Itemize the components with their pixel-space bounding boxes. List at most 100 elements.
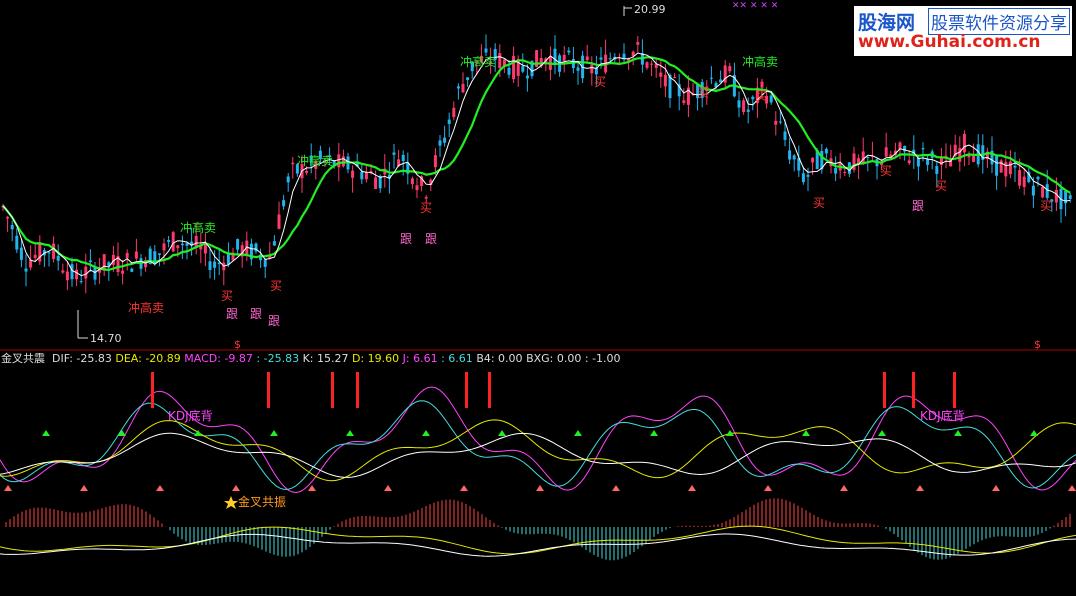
star-icon [224, 496, 238, 509]
candle-body [843, 171, 847, 173]
logo-url: www.Guhai.com.cn [858, 32, 1041, 52]
candle-body [415, 185, 419, 191]
signal-arrow [992, 485, 1000, 491]
indicator-readout: 金叉共震 DIF: -25.83 DEA: -20.89 MACD: -9.87… [1, 351, 621, 365]
signal-marker: 买 [813, 196, 825, 210]
close-line [2, 52, 1071, 277]
candle-body [935, 166, 939, 174]
signal-arrow [42, 430, 50, 436]
top-cross-marks: ✕✕ ✕ ✕ ✕ [732, 1, 778, 11]
signal-bar [356, 372, 359, 408]
chart-canvas: 冲高卖 冲高卖 冲高卖 冲高卖 冲高卖买买买买买买买买买买跟跟跟跟跟跟 $ $ KDJ底背 K… [0, 0, 1076, 592]
candle-body [213, 261, 217, 268]
candle-body [125, 252, 129, 258]
signal-arrow [1068, 485, 1076, 491]
candle-body [608, 58, 612, 60]
candle-body [56, 255, 60, 261]
signal-marker: 跟 [425, 232, 437, 246]
candle-body [1013, 165, 1017, 168]
candle-body [1068, 195, 1072, 199]
signal-bar [151, 372, 154, 408]
signal-arrow [954, 430, 962, 436]
signal-bar [465, 372, 468, 408]
candle-body [824, 148, 828, 154]
signal-bar [912, 372, 915, 408]
signal-marker: 冲高卖 [460, 54, 496, 69]
signal-arrow [232, 485, 240, 491]
readout-item: D: 19.60 [352, 352, 403, 365]
candle-body [783, 131, 787, 140]
signal-arrow [308, 485, 316, 491]
indicator-annotation: KDJ底背 [168, 408, 213, 423]
indicator-name: 金叉共震 [1, 351, 45, 365]
candle-body [746, 109, 750, 112]
signal-arrow [270, 430, 278, 436]
candle-body [6, 216, 10, 219]
candle-body [134, 251, 138, 259]
candle-body [525, 75, 529, 79]
candle-body [466, 77, 470, 80]
bottom-flag: $ [1034, 338, 1041, 351]
candle-body [185, 243, 189, 246]
signal-arrow [802, 430, 810, 436]
readout-item: BXG: 0.00 [526, 352, 585, 365]
signal-arrow [346, 430, 354, 436]
candle-body [1054, 189, 1058, 203]
readout-item: DIF: -25.83 [52, 352, 115, 365]
signal-marker: 买 [1040, 199, 1052, 213]
candle-body [590, 64, 594, 74]
candle-body [24, 268, 28, 272]
high-price-label: 20.99 [634, 3, 666, 16]
candle-body [751, 96, 755, 100]
signal-marker: 跟 [268, 314, 280, 328]
candle-body [553, 48, 557, 65]
candle-body [512, 55, 516, 80]
candle-body [47, 252, 51, 254]
candle-body [999, 160, 1003, 173]
candle-body [208, 261, 212, 271]
candle-body [401, 154, 405, 162]
candle-body [438, 140, 442, 146]
signal-marker: 跟 [226, 307, 238, 321]
candle-body [424, 197, 428, 199]
candle-body [521, 66, 525, 72]
signal-arrow [650, 430, 658, 436]
signal-marker: 冲高卖 [128, 300, 164, 315]
candle-body [1031, 185, 1035, 196]
readout-item: : 6.61 [441, 352, 476, 365]
candle-body [392, 152, 396, 155]
candle-body [884, 147, 888, 157]
candle-body [360, 172, 364, 180]
candle-body [433, 155, 437, 168]
candle-body [567, 50, 571, 53]
candle-body [157, 253, 161, 255]
signal-bar [953, 372, 956, 408]
candle-body [167, 240, 171, 242]
indicator-annotation: KDJ底背 [920, 408, 965, 423]
candle-body [176, 245, 180, 249]
candle-body [1036, 176, 1040, 180]
candle-body [180, 243, 184, 246]
candle-body [737, 100, 741, 108]
signal-arrow [688, 485, 696, 491]
candle-body [456, 86, 460, 89]
signal-arrow [498, 430, 506, 436]
candle-body [447, 119, 451, 124]
candle-body [88, 260, 92, 263]
candle-body [452, 107, 456, 118]
candle-body [907, 160, 911, 164]
indicator-annotation: 金叉共振 [238, 494, 286, 509]
signal-arrow [916, 485, 924, 491]
signal-marker: 买 [935, 179, 947, 193]
candle-body [291, 162, 295, 165]
candle-body [84, 266, 88, 279]
signal-arrow [80, 485, 88, 491]
candle-body [962, 133, 966, 153]
signal-arrow [612, 485, 620, 491]
svg-text:DIF: -25.83 DEA: -20.89 MA: DIF: -25.83 DEA: -20.89 MACD: -9.87 : -2… [52, 352, 621, 365]
signal-marker: 买 [221, 289, 233, 303]
signal-marker: 买 [594, 75, 606, 89]
candle-body [663, 74, 667, 87]
readout-item: B4: 0.00 [476, 352, 526, 365]
candle-body [792, 155, 796, 160]
